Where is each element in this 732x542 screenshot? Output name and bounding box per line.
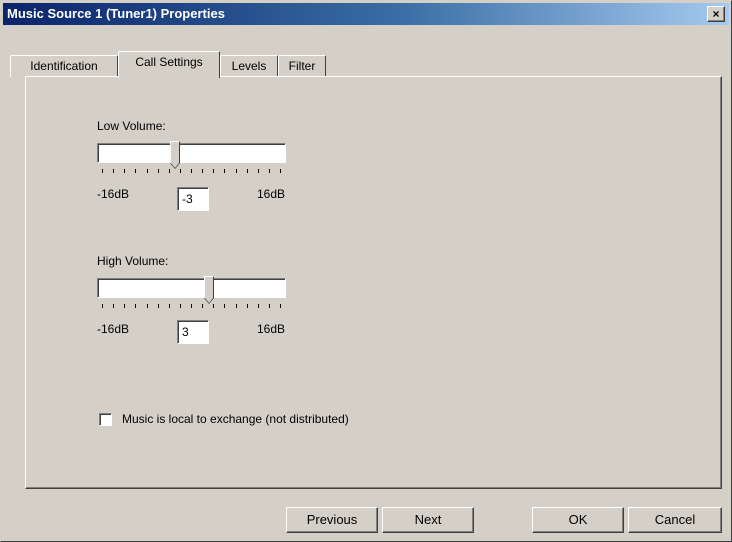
- close-button[interactable]: ×: [707, 6, 725, 22]
- slider-tick: [191, 304, 192, 308]
- slider-tick: [147, 169, 148, 173]
- title-bar: Music Source 1 (Tuner1) Properties ×: [3, 3, 729, 25]
- tab-filter[interactable]: Filter: [278, 55, 326, 77]
- tab-identification[interactable]: Identification: [10, 55, 118, 77]
- window-title: Music Source 1 (Tuner1) Properties: [7, 6, 225, 21]
- tab-label: Filter: [288, 59, 316, 73]
- high-volume-value-field[interactable]: 3: [177, 320, 209, 344]
- slider-tick: [191, 169, 192, 173]
- local-music-checkbox[interactable]: [99, 413, 112, 426]
- low-volume-max-label: 16dB: [257, 187, 286, 201]
- slider-tick: [202, 304, 203, 308]
- tab-call-settings[interactable]: Call Settings: [118, 51, 220, 78]
- previous-button[interactable]: Previous: [286, 507, 378, 533]
- high-volume-max-label: 16dB: [257, 322, 286, 336]
- slider-tick: [124, 169, 125, 173]
- slider-tick: [247, 169, 248, 173]
- slider-tick: [258, 169, 259, 173]
- high-volume-slider[interactable]: [97, 276, 286, 304]
- slider-tick: [224, 304, 225, 308]
- slider-tick: [236, 169, 237, 173]
- slider-tick: [224, 169, 225, 173]
- slider-tick: [280, 169, 281, 173]
- high-volume-min-label: -16dB: [97, 322, 130, 336]
- tab-label: Call Settings: [135, 55, 203, 69]
- low-volume-ticks: [102, 169, 281, 174]
- properties-dialog: Music Source 1 (Tuner1) Properties × Ide…: [0, 0, 732, 542]
- slider-tick: [213, 169, 214, 173]
- ok-button[interactable]: OK: [532, 507, 624, 533]
- tab-levels[interactable]: Levels: [220, 55, 278, 77]
- slider-tick: [113, 304, 114, 308]
- low-volume-slider-thumb[interactable]: [170, 141, 180, 169]
- slider-tick: [102, 169, 103, 173]
- slider-tick: [135, 169, 136, 173]
- tab-label: Identification: [30, 59, 98, 73]
- slider-tick: [180, 169, 181, 173]
- slider-tick: [124, 304, 125, 308]
- slider-tick: [135, 304, 136, 308]
- slider-tick: [213, 304, 214, 308]
- slider-tick: [258, 304, 259, 308]
- high-volume-label: High Volume:: [97, 254, 169, 268]
- slider-tick: [158, 169, 159, 173]
- slider-tick: [147, 304, 148, 308]
- low-volume-value-field[interactable]: -3: [177, 187, 209, 211]
- slider-tick: [280, 304, 281, 308]
- low-volume-label: Low Volume:: [97, 119, 166, 133]
- cancel-button[interactable]: Cancel: [628, 507, 722, 533]
- slider-tick: [102, 304, 103, 308]
- slider-tick: [169, 169, 170, 173]
- slider-tick: [236, 304, 237, 308]
- slider-tick: [113, 169, 114, 173]
- local-music-label: Music is local to exchange (not distribu…: [122, 412, 349, 426]
- slider-tick: [247, 304, 248, 308]
- slider-tick: [269, 169, 270, 173]
- slider-tick: [202, 169, 203, 173]
- slider-tick: [158, 304, 159, 308]
- slider-tick: [169, 304, 170, 308]
- high-volume-slider-thumb[interactable]: [204, 276, 214, 304]
- low-volume-min-label: -16dB: [97, 187, 130, 201]
- next-button[interactable]: Next: [382, 507, 474, 533]
- high-volume-ticks: [102, 304, 281, 309]
- close-icon: ×: [712, 7, 720, 21]
- tab-label: Levels: [231, 59, 267, 73]
- slider-tick: [180, 304, 181, 308]
- slider-tick: [269, 304, 270, 308]
- low-volume-slider[interactable]: [97, 141, 286, 169]
